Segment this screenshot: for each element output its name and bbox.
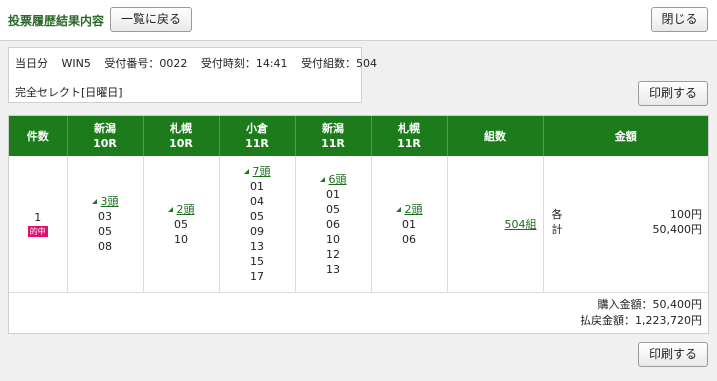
hit-badge: 的中 [27, 226, 48, 237]
combos-link[interactable]: 504組 [505, 218, 537, 231]
horse-number: 10 [174, 232, 188, 246]
pick-count-label[interactable]: 2頭 [405, 203, 423, 216]
header-combos: 組数 [447, 116, 544, 156]
header-race-2: 札幌 10R [143, 116, 220, 156]
pick-cell-race-4: 6頭 01 05 06 10 12 13 [295, 156, 372, 292]
refund-amount: 払戻金額：1,223,720円 [580, 314, 702, 327]
header-race-4: 新潟 11R [295, 116, 372, 156]
pick-count-label[interactable]: 2頭 [177, 203, 195, 216]
receipt-combos: 受付組数：504 [301, 57, 378, 70]
pick-count-link[interactable]: 7頭 [243, 164, 271, 179]
header-race-3: 小倉 11R [219, 116, 296, 156]
bet-method: 完全セレクト[日曜日] [15, 86, 123, 99]
pick-count-link[interactable]: 6頭 [319, 172, 347, 187]
horse-number: 01 [326, 187, 340, 201]
horse-number: 05 [250, 210, 264, 223]
bet-type: WIN5 [61, 57, 91, 70]
pick-cell-race-1: 3頭 03 05 08 [67, 156, 144, 292]
pick-count-label[interactable]: 6頭 [329, 173, 347, 186]
horse-number: 04 [250, 195, 264, 208]
header-race-5: 札幌 11R [371, 116, 448, 156]
pick-count-label[interactable]: 3頭 [101, 195, 119, 208]
horse-number: 05 [326, 202, 340, 216]
receipt-info-box: 当日分 WIN5 受付番号：0022 受付時刻：14:41 受付組数：504 完… [8, 47, 377, 103]
back-to-list-button[interactable]: 一覧に戻る [110, 7, 192, 32]
horse-number: 05 [98, 225, 112, 238]
horse-number: 17 [250, 270, 264, 283]
horse-number: 01 [250, 180, 264, 193]
pick-cell-race-3: 7頭 01 04 05 09 13 15 17 [219, 156, 296, 292]
total-label: 計 [551, 223, 563, 236]
amount-cell: 各 100円 計 50,400円 [543, 156, 708, 292]
horse-number: 05 [174, 217, 188, 231]
count-value: 1 [34, 211, 42, 224]
triangle-icon [319, 176, 325, 182]
pick-cell-race-2: 2頭 05 10 [143, 156, 220, 292]
header-amount: 金額 [543, 116, 708, 156]
table-row: 1 的中 3頭 03 05 08 2頭 05 10 7頭 01 04 05 09 13 15 17 6頭… [9, 156, 708, 292]
count-cell: 1 的中 [9, 156, 68, 292]
each-label: 各 [551, 208, 563, 221]
day-label: 当日分 [15, 57, 48, 70]
each-value: 100円 [670, 208, 702, 221]
total-value: 50,400円 [652, 223, 703, 236]
horse-number: 01 [402, 217, 416, 231]
pick-count-link[interactable]: 3頭 [91, 194, 119, 209]
totals-block: 購入金額：50,400円 払戻金額：1,223,720円 [9, 292, 708, 333]
receipt-number: 受付番号：0022 [104, 57, 188, 70]
receipt-info-row: 当日分 WIN5 受付番号：0022 受付時刻：14:41 受付組数：504 [15, 55, 377, 71]
header-race-1: 新潟 10R [67, 116, 144, 156]
amount-block: 各 100円 計 50,400円 [544, 206, 709, 242]
page-title: 投票履歴結果内容 [8, 14, 105, 28]
horse-number: 15 [250, 255, 264, 268]
table-header-row: 件数 新潟 10R 札幌 10R 小倉 11R 新潟 11R 札幌 11R 組数 金額 [9, 116, 708, 156]
horse-number: 13 [326, 262, 340, 276]
receipt-time: 受付時刻：14:41 [200, 57, 288, 70]
horse-number: 08 [98, 240, 112, 253]
close-button[interactable]: 閉じる [651, 7, 708, 32]
triangle-icon [395, 206, 401, 212]
horse-number: 09 [250, 225, 264, 238]
combos-cell: 504組 [447, 156, 544, 292]
pick-cell-race-5: 2頭 01 06 [371, 156, 448, 292]
purchase-amount: 購入金額：50,400円 [597, 298, 703, 311]
horse-number: 13 [250, 240, 264, 253]
print-button-bottom[interactable]: 印刷する [638, 342, 708, 367]
horse-number: 10 [326, 232, 340, 246]
header-count: 件数 [9, 116, 68, 156]
horse-number: 06 [402, 232, 416, 246]
result-table: 件数 新潟 10R 札幌 10R 小倉 11R 新潟 11R 札幌 11R 組数 金額 1… [9, 116, 708, 292]
top-bar: 投票履歴結果内容 一覧に戻る 閉じる [0, 0, 717, 41]
horse-number: 03 [98, 210, 112, 223]
horse-number: 12 [326, 247, 340, 261]
result-table-panel: 件数 新潟 10R 札幌 10R 小倉 11R 新潟 11R 札幌 11R 組数 金額 1… [8, 115, 709, 334]
print-button-top[interactable]: 印刷する [638, 81, 708, 106]
triangle-icon [243, 169, 249, 174]
triangle-icon [91, 199, 97, 204]
triangle-icon [167, 206, 173, 212]
horse-number: 06 [326, 217, 340, 231]
pick-count-label[interactable]: 7頭 [253, 165, 271, 178]
pick-count-link[interactable]: 2頭 [395, 202, 423, 217]
pick-count-link[interactable]: 2頭 [167, 202, 195, 217]
